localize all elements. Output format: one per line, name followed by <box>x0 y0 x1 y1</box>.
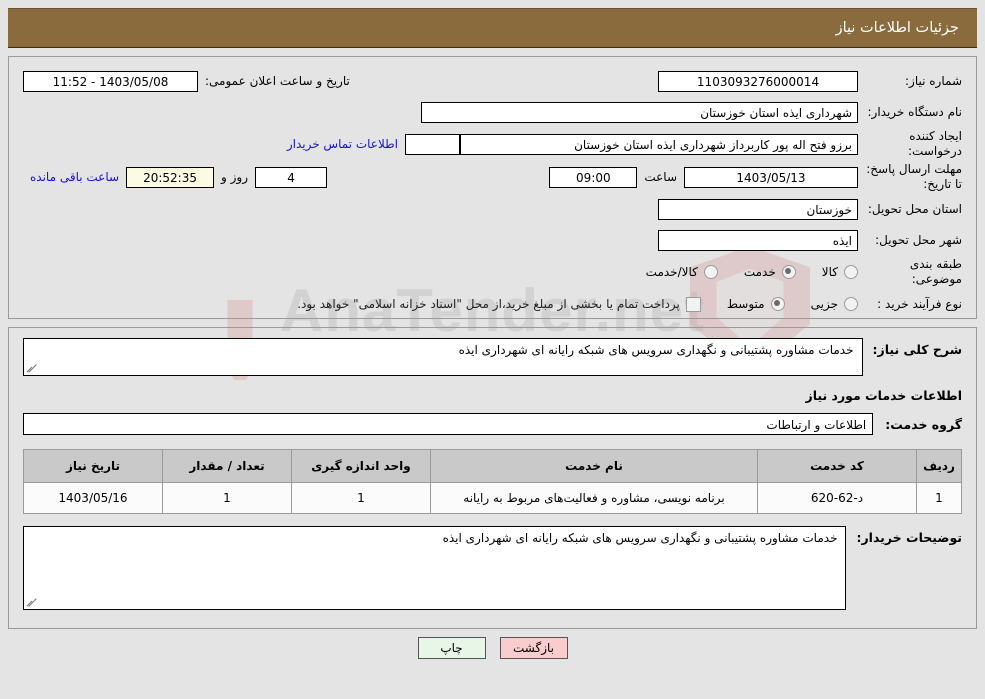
buyer-notes-label: توضیحات خریدار: <box>856 530 962 545</box>
deadline-date-value: 1403/05/13 <box>684 166 858 188</box>
general-description-text: خدمات مشاوره پشتیبانی و نگهداری سرویس ها… <box>458 343 854 357</box>
city-label: شهر محل تحویل: <box>875 232 962 247</box>
deadline-hour-value: 09:00 <box>549 166 638 188</box>
details-panel: شرح کلی نیاز: خدمات مشاوره پشتیبانی و نگ… <box>8 327 977 629</box>
radio-icon[interactable] <box>703 265 718 279</box>
remaining-days-label: روز و <box>221 170 249 184</box>
creator-value: برزو فتح اله پور کاربرداز شهرداری ایذه ا… <box>460 133 858 155</box>
back-button[interactable]: بازگشت <box>499 637 568 659</box>
services-heading: اطلاعات خدمات مورد نیاز <box>805 388 963 403</box>
service-group-label: گروه خدمت: <box>885 416 962 432</box>
buyer-notes-text: خدمات مشاوره پشتیبانی و نگهداری سرویس ها… <box>442 531 838 545</box>
page-header: جزئیات اطلاعات نیاز <box>8 8 977 48</box>
print-button[interactable]: چاپ <box>417 637 486 659</box>
cell-index: 1 <box>916 482 962 514</box>
row-need-number: شماره نیاز: 1103093276000014 تاریخ و ساع… <box>23 67 962 95</box>
process-option-label: جزیی <box>810 297 838 311</box>
summary-panel: شماره نیاز: 1103093276000014 تاریخ و ساع… <box>8 56 977 319</box>
table-row: 1 د-62-620 برنامه نویسی، مشاوره و فعالیت… <box>23 482 962 514</box>
category-label: طبقه بندی موضوعی: <box>909 257 962 286</box>
remaining-time-label: ساعت باقی مانده <box>30 170 120 184</box>
buyer-org-label: نام دستگاه خریدار: <box>867 104 963 119</box>
col-need-date: تاریخ نیاز <box>23 449 163 483</box>
row-general-description: شرح کلی نیاز: خدمات مشاوره پشتیبانی و نگ… <box>23 338 962 376</box>
row-process-type: نوع فرآیند خرید : جزیی متوسط پرداخت تمام… <box>23 290 962 318</box>
deadline-label: مهلت ارسال پاسخ: تا تاریخ: <box>866 162 962 191</box>
cell-name: برنامه نویسی، مشاوره و فعالیت‌های مربوط … <box>430 482 758 514</box>
category-radio-group: کالا خدمت کالا/خدمت <box>620 265 858 279</box>
remaining-days-value: 4 <box>255 166 328 188</box>
row-service-group: گروه خدمت: اطلاعات و ارتباطات <box>23 413 962 435</box>
cell-need-date: 1403/05/16 <box>23 482 163 514</box>
category-option-label: خدمت <box>743 265 776 279</box>
city-value: ایذه <box>658 229 858 251</box>
general-description-label: شرح کلی نیاز: <box>872 342 962 357</box>
buyer-contact-link[interactable]: اطلاعات تماس خریدار <box>280 137 405 151</box>
radio-icon[interactable] <box>770 297 785 311</box>
province-value: خوزستان <box>658 198 858 220</box>
contact-empty-box <box>405 133 460 155</box>
need-number-label: شماره نیاز: <box>905 73 962 88</box>
cell-unit: 1 <box>291 482 431 514</box>
treasury-note: پرداخت تمام یا بخشی از مبلغ خرید،از محل … <box>297 297 680 311</box>
remaining-time-value: 20:52:35 <box>126 166 215 188</box>
creator-label: ایجاد کننده درخواست: <box>908 129 962 158</box>
deadline-hour-label: ساعت <box>644 170 677 184</box>
radio-icon[interactable] <box>781 265 796 279</box>
process-radio-group: جزیی متوسط <box>701 297 858 311</box>
category-option-khedmat[interactable]: خدمت <box>744 265 796 279</box>
col-unit: واحد اندازه گیری <box>291 449 431 483</box>
row-deadline: مهلت ارسال پاسخ: تا تاریخ: 1403/05/13 سا… <box>23 162 962 192</box>
general-description-value[interactable]: خدمات مشاوره پشتیبانی و نگهداری سرویس ها… <box>23 338 863 376</box>
row-buyer-notes: توضیحات خریدار: خدمات مشاوره پشتیبانی و … <box>23 526 962 610</box>
category-option-kala-khedmat[interactable]: کالا/خدمت <box>646 265 718 279</box>
process-label: نوع فرآیند خرید : <box>877 296 962 311</box>
col-name: نام خدمت <box>430 449 758 483</box>
need-number-value: 1103093276000014 <box>658 70 858 92</box>
col-quantity: تعداد / مقدار <box>162 449 292 483</box>
footer-actions: بازگشت چاپ <box>0 637 985 659</box>
row-city: شهر محل تحویل: ایذه <box>23 226 962 254</box>
col-code: کد خدمت <box>757 449 917 483</box>
process-option-jozii[interactable]: جزیی <box>811 297 858 311</box>
services-table: ردیف کد خدمت نام خدمت واحد اندازه گیری ت… <box>23 449 962 514</box>
category-option-kala[interactable]: کالا <box>822 265 858 279</box>
radio-icon[interactable] <box>844 297 858 311</box>
page-title: جزئیات اطلاعات نیاز <box>835 20 959 36</box>
buyer-notes-value[interactable]: خدمات مشاوره پشتیبانی و نگهداری سرویس ها… <box>23 526 847 610</box>
radio-icon[interactable] <box>844 265 858 279</box>
row-creator: ایجاد کننده درخواست: برزو فتح اله پور کا… <box>23 129 962 159</box>
category-option-label: کالا/خدمت <box>645 265 698 279</box>
treasury-checkbox[interactable] <box>685 296 701 312</box>
resize-handle-icon[interactable] <box>26 363 37 374</box>
resize-handle-icon[interactable] <box>26 597 37 608</box>
row-buyer-org: نام دستگاه خریدار: شهرداری ایذه استان خو… <box>23 98 962 126</box>
announce-label: تاریخ و ساعت اعلان عمومی: <box>205 74 350 88</box>
table-header-row: ردیف کد خدمت نام خدمت واحد اندازه گیری ت… <box>23 449 962 483</box>
cell-code: د-62-620 <box>757 482 917 514</box>
service-group-value: اطلاعات و ارتباطات <box>23 413 874 435</box>
buyer-org-value: شهرداری ایذه استان خوزستان <box>421 101 858 123</box>
row-province: استان محل تحویل: خوزستان <box>23 195 962 223</box>
announce-value: 1403/05/08 - 11:52 <box>23 70 198 92</box>
process-option-label: متوسط <box>726 297 765 311</box>
cell-quantity: 1 <box>162 482 292 514</box>
province-label: استان محل تحویل: <box>867 201 962 216</box>
row-category: طبقه بندی موضوعی: کالا خدمت کالا/خدمت <box>23 257 962 287</box>
col-index: ردیف <box>916 449 962 483</box>
category-option-label: کالا <box>821 265 838 279</box>
process-option-motevaset[interactable]: متوسط <box>727 297 785 311</box>
